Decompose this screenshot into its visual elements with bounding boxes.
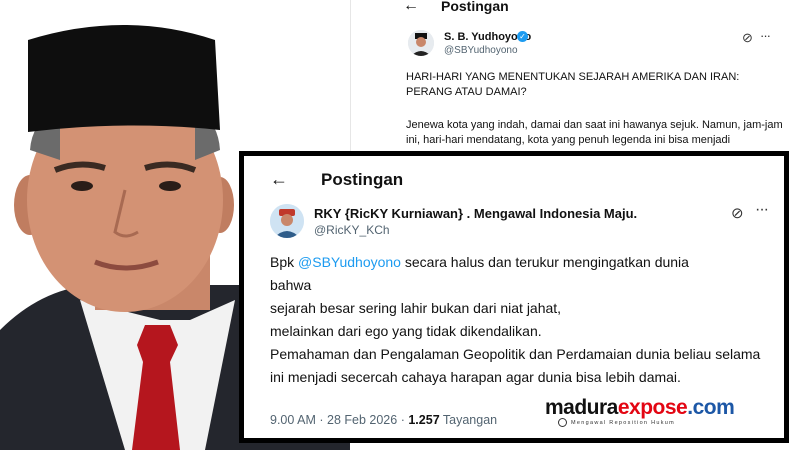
body-line-2: bahwa [270, 277, 312, 293]
grok-icon[interactable]: ⊘ [742, 30, 753, 46]
body-line-4: melainkan dari ego yang tidak dikendalik… [270, 323, 542, 339]
brand-part-1: madura [545, 396, 618, 419]
body-prefix: Bpk [270, 254, 299, 270]
brand-part-3: .com [687, 396, 735, 419]
verified-icon: ✓ [517, 31, 528, 42]
more-icon[interactable]: ··· [755, 201, 769, 219]
brand-part-2: expose [617, 396, 688, 419]
author-handle[interactable]: @SBYudhoyono [444, 45, 518, 56]
author-name[interactable]: RKY {RicKY Kurniawan} . Mengawal Indones… [314, 206, 637, 221]
grok-icon[interactable]: ⊘ [731, 204, 744, 222]
header-title: Postingan [441, 0, 509, 14]
body-line-3: sejarah besar sering lahir bukan dari ni… [270, 300, 562, 316]
avatar[interactable] [270, 204, 304, 238]
more-icon[interactable]: ··· [760, 28, 771, 43]
avatar[interactable] [408, 30, 434, 56]
watermark-logo: maduraexpose.com Mengawal Reposition Huk… [545, 396, 760, 434]
author-handle[interactable]: @RicKY_KCh [314, 223, 390, 237]
mention-link[interactable]: @SBYudhoyono [298, 254, 401, 270]
body-line-1: secara halus dan terukur mengingatkan du… [400, 254, 689, 270]
post-body: Jenewa kota yang indah, damai dan saat i… [406, 119, 783, 146]
watermark-tagline: Mengawal Reposition Hukum [571, 420, 676, 426]
post-header: ← Postingan [351, 0, 800, 20]
post-date[interactable]: 28 Feb 2026 [327, 413, 397, 427]
body-line-5: Pemahaman dan Pengalaman Geopolitik dan … [270, 346, 761, 385]
post-body: Bpk @SBYudhoyono secara halus dan teruku… [270, 251, 775, 389]
views-count: 1.257 [408, 413, 440, 427]
views-label: Tayangan [442, 413, 498, 427]
separator: · [400, 413, 405, 427]
post-metadata: 9.00 AM · 28 Feb 2026 · 1.257 Tayangan [270, 413, 497, 427]
back-arrow-icon[interactable]: ← [403, 0, 419, 15]
watermark-brand: maduraexpose.com [545, 396, 735, 420]
header-title: Postingan [321, 170, 404, 189]
back-arrow-icon[interactable]: ← [270, 169, 288, 190]
post-headline: HARI-HARI YANG MENENTUKAN SEJARAH AMERIK… [406, 71, 740, 98]
separator: · [319, 413, 324, 427]
post-time[interactable]: 9.00 AM [270, 413, 316, 427]
seal-icon [558, 418, 567, 427]
